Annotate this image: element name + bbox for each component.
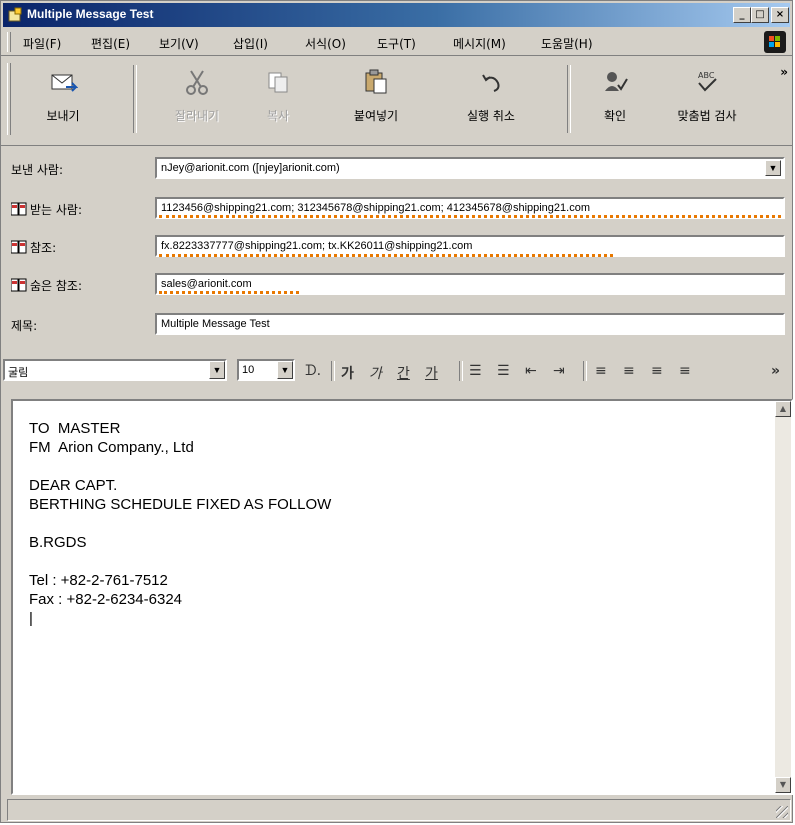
menu-view[interactable]: 보기(V)	[159, 35, 199, 52]
address-book-icon	[11, 240, 27, 254]
spelling-icon: ABC	[698, 71, 717, 92]
svg-text:ABC: ABC	[698, 71, 715, 80]
menu-file[interactable]: 파일(F)	[23, 35, 61, 52]
subject-field[interactable]: Multiple Message Test	[155, 313, 785, 335]
resize-grip-icon[interactable]	[776, 806, 788, 818]
menu-tools[interactable]: 도구(T)	[377, 35, 416, 52]
from-label: 보낸 사람:	[11, 163, 64, 177]
menu-format[interactable]: 서식(O)	[305, 35, 346, 52]
status-bar	[7, 799, 791, 821]
check-names-button[interactable]: 확인	[585, 63, 645, 139]
copy-icon	[268, 72, 288, 93]
justify-icon[interactable]: ≡	[679, 363, 691, 379]
to-value: 1123456@shipping21.com; 312345678@shippi…	[161, 202, 590, 214]
bcc-spell-underline	[159, 291, 299, 294]
italic-icon[interactable]: 가	[369, 363, 382, 383]
cc-button[interactable]: 참조:	[11, 239, 56, 256]
standard-toolbar: 보내기 잘라내기 복사 붙여넣기 실행 취소 확인 ABC 맞춤법 검사 »	[1, 57, 792, 146]
to-label: 받는 사람:	[30, 203, 83, 217]
menu-help[interactable]: 도움말(H)	[541, 35, 593, 52]
undo-icon	[482, 74, 500, 92]
maximize-button[interactable]: □	[751, 7, 769, 23]
cc-label: 참조:	[30, 241, 57, 255]
paste-button[interactable]: 붙여넣기	[333, 63, 419, 139]
minimize-button[interactable]: _	[733, 7, 751, 23]
chevron-down-icon[interactable]: ▼	[277, 361, 293, 379]
close-button[interactable]: ×	[771, 7, 789, 23]
menu-edit[interactable]: 편집(E)	[91, 35, 130, 52]
message-body[interactable]: TO MASTER FM Arion Company., Ltd DEAR CAP…	[11, 399, 793, 795]
align-left-icon[interactable]: ≡	[595, 363, 607, 379]
font-color-icon[interactable]: 가	[425, 363, 438, 383]
bcc-value: sales@arionit.com	[161, 278, 252, 290]
vertical-scrollbar[interactable]: ▲ ▼	[775, 401, 791, 793]
menu-bar: 파일(F) 편집(E) 보기(V) 삽입(I) 서식(O) 도구(T) 메시지(…	[1, 29, 792, 56]
copy-button[interactable]: 복사	[245, 63, 311, 139]
title-bar[interactable]: Multiple Message Test _ □ ×	[3, 3, 790, 27]
chevron-down-icon[interactable]: ▼	[209, 361, 225, 379]
font-select[interactable]: 굴림 ▼	[3, 359, 227, 381]
scissors-icon	[186, 70, 208, 95]
scroll-down-icon[interactable]: ▼	[775, 777, 791, 793]
to-button[interactable]: 받는 사람:	[11, 201, 82, 218]
windows-logo-icon	[764, 31, 786, 53]
address-book-icon	[11, 278, 27, 292]
bcc-label: 숨은 참조:	[30, 279, 83, 293]
increase-indent-icon[interactable]: ⇥	[553, 363, 565, 379]
toolbar-overflow-icon[interactable]: »	[771, 363, 780, 379]
cc-spell-underline	[159, 254, 613, 257]
address-book-icon	[11, 202, 27, 216]
menu-message[interactable]: 메시지(M)	[453, 35, 506, 52]
paragraph-style-icon[interactable]: ᗪ.	[305, 363, 321, 379]
undo-button[interactable]: 실행 취소	[451, 63, 531, 139]
chevron-down-icon[interactable]: ▼	[765, 160, 781, 176]
numbered-list-icon[interactable]: ☰	[469, 363, 482, 379]
paste-icon	[365, 69, 387, 94]
menu-grip[interactable]	[7, 32, 11, 52]
from-value: nJey@arionit.com ([njey]arionit.com)	[161, 162, 340, 174]
font-size-value: 10	[242, 364, 255, 376]
scroll-up-icon[interactable]: ▲	[775, 401, 791, 417]
send-icon	[51, 74, 78, 92]
font-size-select[interactable]: 10 ▼	[237, 359, 295, 381]
menu-insert[interactable]: 삽입(I)	[233, 35, 268, 52]
bcc-button[interactable]: 숨은 참조:	[11, 277, 82, 294]
decrease-indent-icon[interactable]: ⇤	[525, 363, 537, 379]
spelling-button[interactable]: ABC 맞춤법 검사	[649, 63, 765, 139]
bullet-list-icon[interactable]: ☰	[497, 363, 510, 379]
font-value: 굴림	[8, 367, 29, 379]
bold-icon[interactable]: 가	[341, 363, 354, 383]
text-cursor: |	[29, 610, 33, 627]
align-center-icon[interactable]: ≡	[623, 363, 635, 379]
toolbar-overflow-icon[interactable]: »	[780, 65, 788, 79]
underline-icon[interactable]: 간	[397, 363, 410, 383]
from-select[interactable]: nJey@arionit.com ([njey]arionit.com) ▼	[155, 157, 785, 179]
send-button[interactable]: 보내기	[23, 63, 103, 139]
cc-value: fx.8223337777@shipping21.com; tx.KK26011…	[161, 240, 473, 252]
toolbar-grip[interactable]	[7, 63, 11, 135]
align-right-icon[interactable]: ≡	[651, 363, 663, 379]
message-text: TO MASTER FM Arion Company., Ltd DEAR CAP…	[29, 420, 332, 627]
cut-button[interactable]: 잘라내기	[157, 63, 237, 139]
compose-message-icon	[8, 7, 22, 22]
window-title: Multiple Message Test	[27, 7, 154, 21]
check-names-icon	[605, 72, 628, 91]
to-spell-underline	[159, 215, 781, 218]
subject-value: Multiple Message Test	[161, 318, 270, 330]
compose-window: Multiple Message Test _ □ × 파일(F) 편집(E) …	[0, 0, 793, 823]
subject-label: 제목:	[11, 319, 38, 333]
formatting-toolbar: 굴림 ▼ 10 ▼ ᗪ. 가 가 간 가 ☰ ☰ ⇤ ⇥ ≡ ≡ ≡ ≡ »	[1, 351, 792, 391]
